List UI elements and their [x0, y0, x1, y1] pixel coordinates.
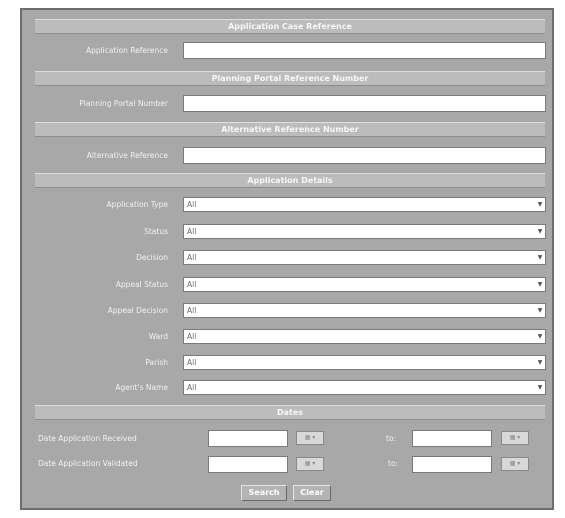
ward-label: Ward: [148, 332, 168, 341]
decision-select[interactable]: All ▼: [183, 250, 546, 265]
appeal-status-select[interactable]: All ▼: [183, 277, 546, 292]
chevron-down-icon: ▼: [537, 228, 543, 235]
calendar-icon[interactable]: ▦ ▾: [501, 431, 529, 445]
appeal-status-value: All: [187, 280, 197, 289]
ward-value: All: [187, 332, 197, 341]
appeal-status-label: Appeal Status: [115, 280, 168, 289]
status-select[interactable]: All ▼: [183, 224, 546, 239]
section-header-dates: Dates: [35, 405, 545, 420]
agents-name-value: All: [187, 383, 197, 392]
date-received-label: Date Application Received: [38, 434, 137, 443]
parish-value: All: [187, 358, 197, 367]
planning-portal-number-label: Planning Portal Number: [79, 99, 168, 108]
section-header-planning-portal: Planning Portal Reference Number: [35, 71, 545, 86]
parish-select[interactable]: All ▼: [183, 355, 546, 370]
application-type-label: Application Type: [106, 200, 168, 209]
ward-select[interactable]: All ▼: [183, 329, 546, 344]
to-label: to:: [388, 459, 399, 468]
chevron-down-icon: ▼: [537, 333, 543, 340]
to-label: to:: [386, 434, 397, 443]
date-validated-from-input[interactable]: [208, 456, 288, 473]
search-form-panel: Application Case Reference Application R…: [20, 8, 554, 510]
date-validated-label: Date Application Validated: [38, 459, 138, 468]
agents-name-select[interactable]: All ▼: [183, 380, 546, 395]
decision-value: All: [187, 253, 197, 262]
application-reference-input[interactable]: [183, 42, 546, 59]
chevron-down-icon: ▼: [537, 281, 543, 288]
planning-portal-number-input[interactable]: [183, 95, 546, 112]
date-received-from-input[interactable]: [208, 430, 288, 447]
status-label: Status: [144, 227, 168, 236]
chevron-down-icon: ▼: [537, 384, 543, 391]
parish-label: Parish: [145, 358, 168, 367]
alternative-reference-label: Alternative Reference: [86, 151, 168, 160]
calendar-icon[interactable]: ▦ ▾: [296, 457, 324, 471]
date-received-to-input[interactable]: [412, 430, 492, 447]
decision-label: Decision: [136, 253, 168, 262]
calendar-icon[interactable]: ▦ ▾: [296, 431, 324, 445]
chevron-down-icon: ▼: [537, 254, 543, 261]
appeal-decision-select[interactable]: All ▼: [183, 303, 546, 318]
appeal-decision-value: All: [187, 306, 197, 315]
agents-name-label: Agent's Name: [115, 383, 168, 392]
chevron-down-icon: ▼: [537, 307, 543, 314]
section-header-case-reference: Application Case Reference: [35, 19, 545, 34]
search-button[interactable]: Search: [241, 485, 287, 501]
alternative-reference-input[interactable]: [183, 147, 546, 164]
section-header-alternative-reference: Alternative Reference Number: [35, 122, 545, 137]
status-value: All: [187, 227, 197, 236]
application-reference-label: Application Reference: [85, 46, 168, 55]
clear-button[interactable]: Clear: [293, 485, 331, 501]
calendar-icon[interactable]: ▦ ▾: [501, 457, 529, 471]
section-header-application-details: Application Details: [35, 173, 545, 188]
chevron-down-icon: ▼: [537, 359, 543, 366]
application-type-value: All: [187, 200, 197, 209]
appeal-decision-label: Appeal Decision: [107, 306, 168, 315]
date-validated-to-input[interactable]: [412, 456, 492, 473]
chevron-down-icon: ▼: [537, 201, 543, 208]
application-type-select[interactable]: All ▼: [183, 197, 546, 212]
